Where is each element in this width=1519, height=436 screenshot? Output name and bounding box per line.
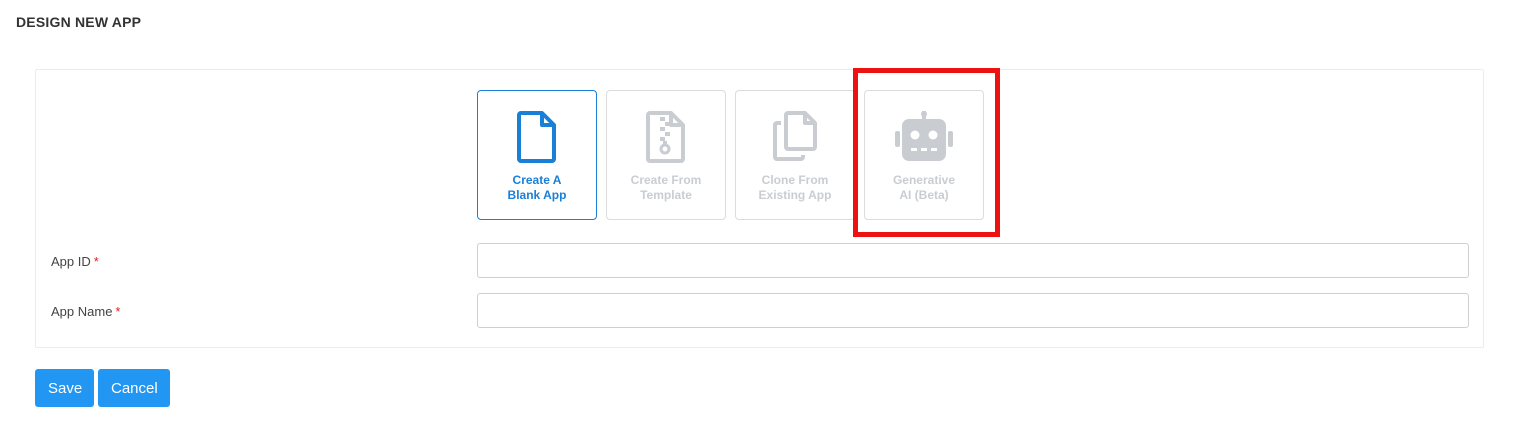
app-name-label: App Name *: [51, 304, 120, 319]
option-label: Create A Blank App: [507, 173, 567, 202]
option-create-from-template[interactable]: Create From Template: [606, 90, 726, 220]
app-name-input[interactable]: [477, 293, 1469, 328]
file-archive-icon: [607, 111, 725, 163]
cancel-button[interactable]: Cancel: [98, 369, 170, 407]
required-marker: *: [93, 254, 99, 269]
app-id-input[interactable]: [477, 243, 1469, 278]
required-marker: *: [115, 304, 121, 319]
app-name-label-text: App Name: [51, 304, 113, 319]
option-clone-existing-app[interactable]: Clone From Existing App: [735, 90, 855, 220]
save-button[interactable]: Save: [35, 369, 94, 407]
page-title: DESIGN NEW APP: [16, 14, 142, 30]
option-create-blank-app[interactable]: Create A Blank App: [477, 90, 597, 220]
option-label: Create From Template: [630, 173, 702, 202]
file-icon: [478, 111, 596, 163]
copy-icon: [736, 111, 854, 163]
option-label: Generative AI (Beta): [892, 173, 956, 202]
option-label: Clone From Existing App: [758, 173, 832, 202]
app-id-label: App ID *: [51, 254, 99, 269]
option-generative-ai[interactable]: Generative AI (Beta): [864, 90, 984, 220]
app-id-label-text: App ID: [51, 254, 91, 269]
robot-icon: [865, 111, 983, 163]
